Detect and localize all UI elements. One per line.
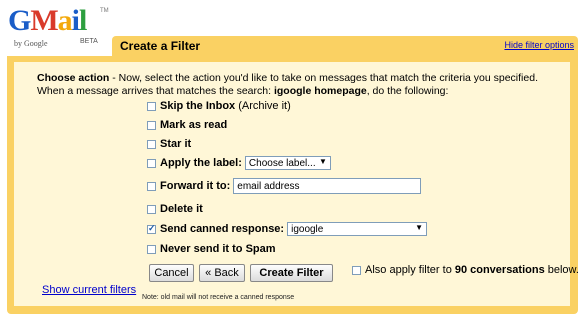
filter-panel-content: Choose action - Now, select the action y… (14, 62, 579, 306)
create-filter-button[interactable]: Create Filter (250, 264, 333, 282)
skip-inbox-note: (Archive it) (238, 100, 291, 112)
page-title: Create a Filter (120, 39, 201, 53)
also-apply-checkbox[interactable] (352, 265, 361, 275)
dropdown-arrow-icon: ▼ (318, 157, 327, 166)
apply-label-option[interactable]: Apply the label: Choose label... ▼ (147, 154, 331, 172)
mark-read-option[interactable]: Mark as read (147, 116, 227, 134)
show-current-filters-link[interactable]: Show current filters (42, 284, 136, 296)
action-description: Choose action - Now, select the action y… (37, 72, 557, 98)
dropdown-arrow-icon: ▼ (415, 223, 424, 232)
never-spam-option[interactable]: Never send it to Spam (147, 240, 276, 258)
conversation-count: 90 conversations (454, 264, 545, 276)
star-checkbox[interactable] (147, 139, 156, 149)
label-select[interactable]: Choose label... ▼ (244, 156, 331, 170)
also-apply-text: Also apply filter to (365, 264, 452, 276)
delete-option[interactable]: Delete it (147, 200, 203, 218)
trademark: TM (100, 8, 109, 14)
never-spam-label: Never send it to Spam (160, 243, 276, 255)
choose-action-label: Choose action (37, 72, 110, 84)
forward-checkbox[interactable] (147, 181, 156, 191)
delete-label: Delete it (160, 203, 203, 215)
never-spam-checkbox[interactable] (147, 244, 156, 254)
description-text-1: - Now, select the action you'd like to t… (109, 72, 538, 84)
apply-label-checkbox[interactable] (147, 158, 156, 168)
canned-response-label: Send canned response: (160, 223, 285, 235)
also-apply-suffix: below. (547, 264, 579, 276)
forward-option[interactable]: Forward it to: email address (147, 177, 422, 195)
canned-response-option[interactable]: Send canned response: igoogle ▼ (147, 220, 428, 238)
canned-response-select[interactable]: igoogle ▼ (287, 222, 428, 236)
skip-inbox-label: Skip the Inbox (160, 100, 236, 112)
mark-read-label: Mark as read (160, 119, 228, 131)
apply-label-label: Apply the label: (160, 157, 242, 169)
filter-panel: Choose action - Now, select the action y… (7, 56, 579, 314)
canned-response-value: igoogle (291, 223, 324, 235)
gmail-logo-wordmark: GMail (8, 4, 87, 37)
also-apply-option[interactable]: Also apply filter to 90 conversations be… (352, 264, 579, 276)
back-button[interactable]: « Back (199, 264, 245, 282)
search-term: igoogle homepage (273, 85, 367, 97)
star-label: Star it (160, 138, 192, 150)
skip-inbox-checkbox[interactable] (147, 101, 156, 111)
mark-read-checkbox[interactable] (147, 120, 156, 130)
beta-badge: BETA (80, 38, 98, 45)
hide-filter-options-link[interactable]: Hide filter options (504, 40, 574, 50)
label-select-value: Choose label... (248, 157, 316, 169)
gmail-logo: GMail TM by Google BETA (8, 4, 109, 48)
forward-label: Forward it to: (160, 180, 231, 192)
canned-response-note: Note: old mail will not receive a canned… (142, 294, 295, 301)
by-google: by Google (14, 39, 48, 48)
star-option[interactable]: Star it (147, 135, 191, 153)
skip-inbox-option[interactable]: Skip the Inbox (Archive it) (147, 97, 291, 115)
description-text-3: , do the following: (366, 85, 449, 97)
filter-header: Create a Filter Hide filter options (112, 36, 578, 56)
forward-email-input[interactable]: email address (233, 178, 422, 194)
delete-checkbox[interactable] (147, 204, 156, 214)
canned-response-checkbox[interactable] (147, 223, 156, 234)
description-text-2: When a message arrives that matches the … (37, 85, 274, 97)
cancel-button[interactable]: Cancel (149, 264, 194, 282)
